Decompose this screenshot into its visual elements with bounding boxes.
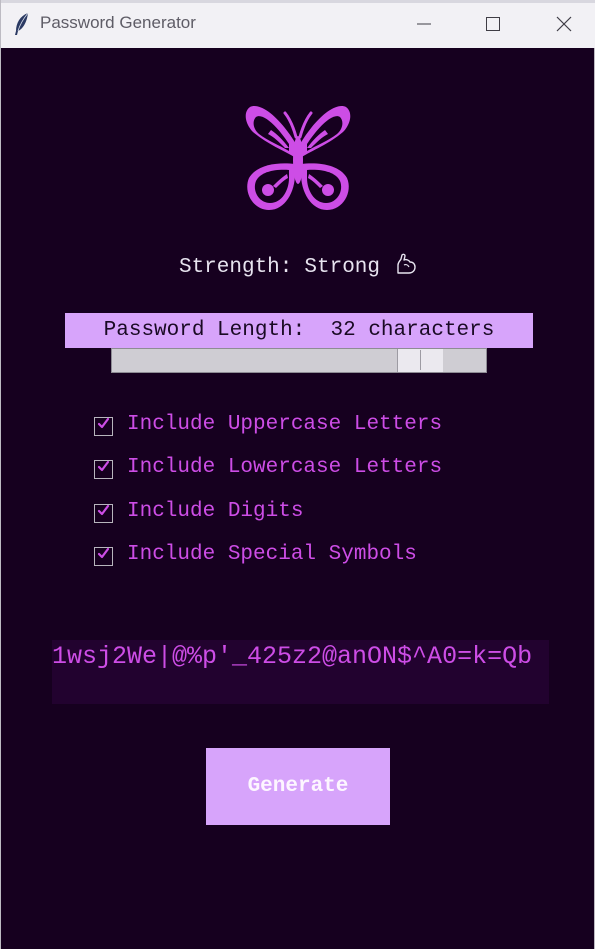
generate-label: Generate [247,775,349,798]
close-icon [555,15,573,33]
option-symbols[interactable]: Include Special Symbols [94,544,417,566]
title-bar[interactable]: Password Generator [1,0,595,48]
symbols-checkbox[interactable] [94,546,113,566]
length-unit: characters [368,319,495,342]
window-title: Password Generator [40,13,196,32]
option-uppercase[interactable]: Include Uppercase Letters [94,414,442,436]
flexed-biceps-icon [394,253,418,275]
checkmark-icon [97,417,110,435]
option-digits[interactable]: Include Digits [94,501,303,523]
strength-indicator: Strength: Strong [1,253,595,280]
digits-label: Include Digits [127,500,304,523]
password-length-label: Password Length: 32 characters [65,313,533,348]
minimize-icon [416,16,432,32]
password-output[interactable]: 1wsj2We|@%p'_425z2@anON$^A0=k=Qb [52,640,549,704]
length-label-text: Password Length: [103,319,306,342]
maximize-icon [485,16,501,32]
uppercase-checkbox[interactable] [94,416,113,436]
slider-thumb-grip [420,350,421,370]
title-bar-top-strip [1,0,595,3]
option-lowercase[interactable]: Include Lowercase Letters [94,457,442,479]
lowercase-checkbox[interactable] [94,459,113,479]
checkmark-icon [97,460,110,478]
length-slider-thumb[interactable] [397,349,443,372]
length-value: 32 [330,319,356,342]
close-button[interactable] [550,10,578,38]
lowercase-label: Include Lowercase Letters [127,456,443,479]
butterfly-icon [241,104,355,216]
strength-value: Strong [304,256,381,279]
feather-icon [13,12,31,36]
maximize-button[interactable] [479,10,507,38]
strength-label: Strength: [178,256,293,279]
checkmark-icon [97,504,110,522]
uppercase-label: Include Uppercase Letters [127,413,443,436]
symbols-label: Include Special Symbols [127,543,417,566]
checkmark-icon [97,547,110,565]
length-slider[interactable] [111,348,487,373]
app-window: Password Generator Strength: Strong Pass… [0,0,595,949]
generate-button[interactable]: Generate [206,748,390,825]
minimize-button[interactable] [410,10,438,38]
digits-checkbox[interactable] [94,503,113,523]
